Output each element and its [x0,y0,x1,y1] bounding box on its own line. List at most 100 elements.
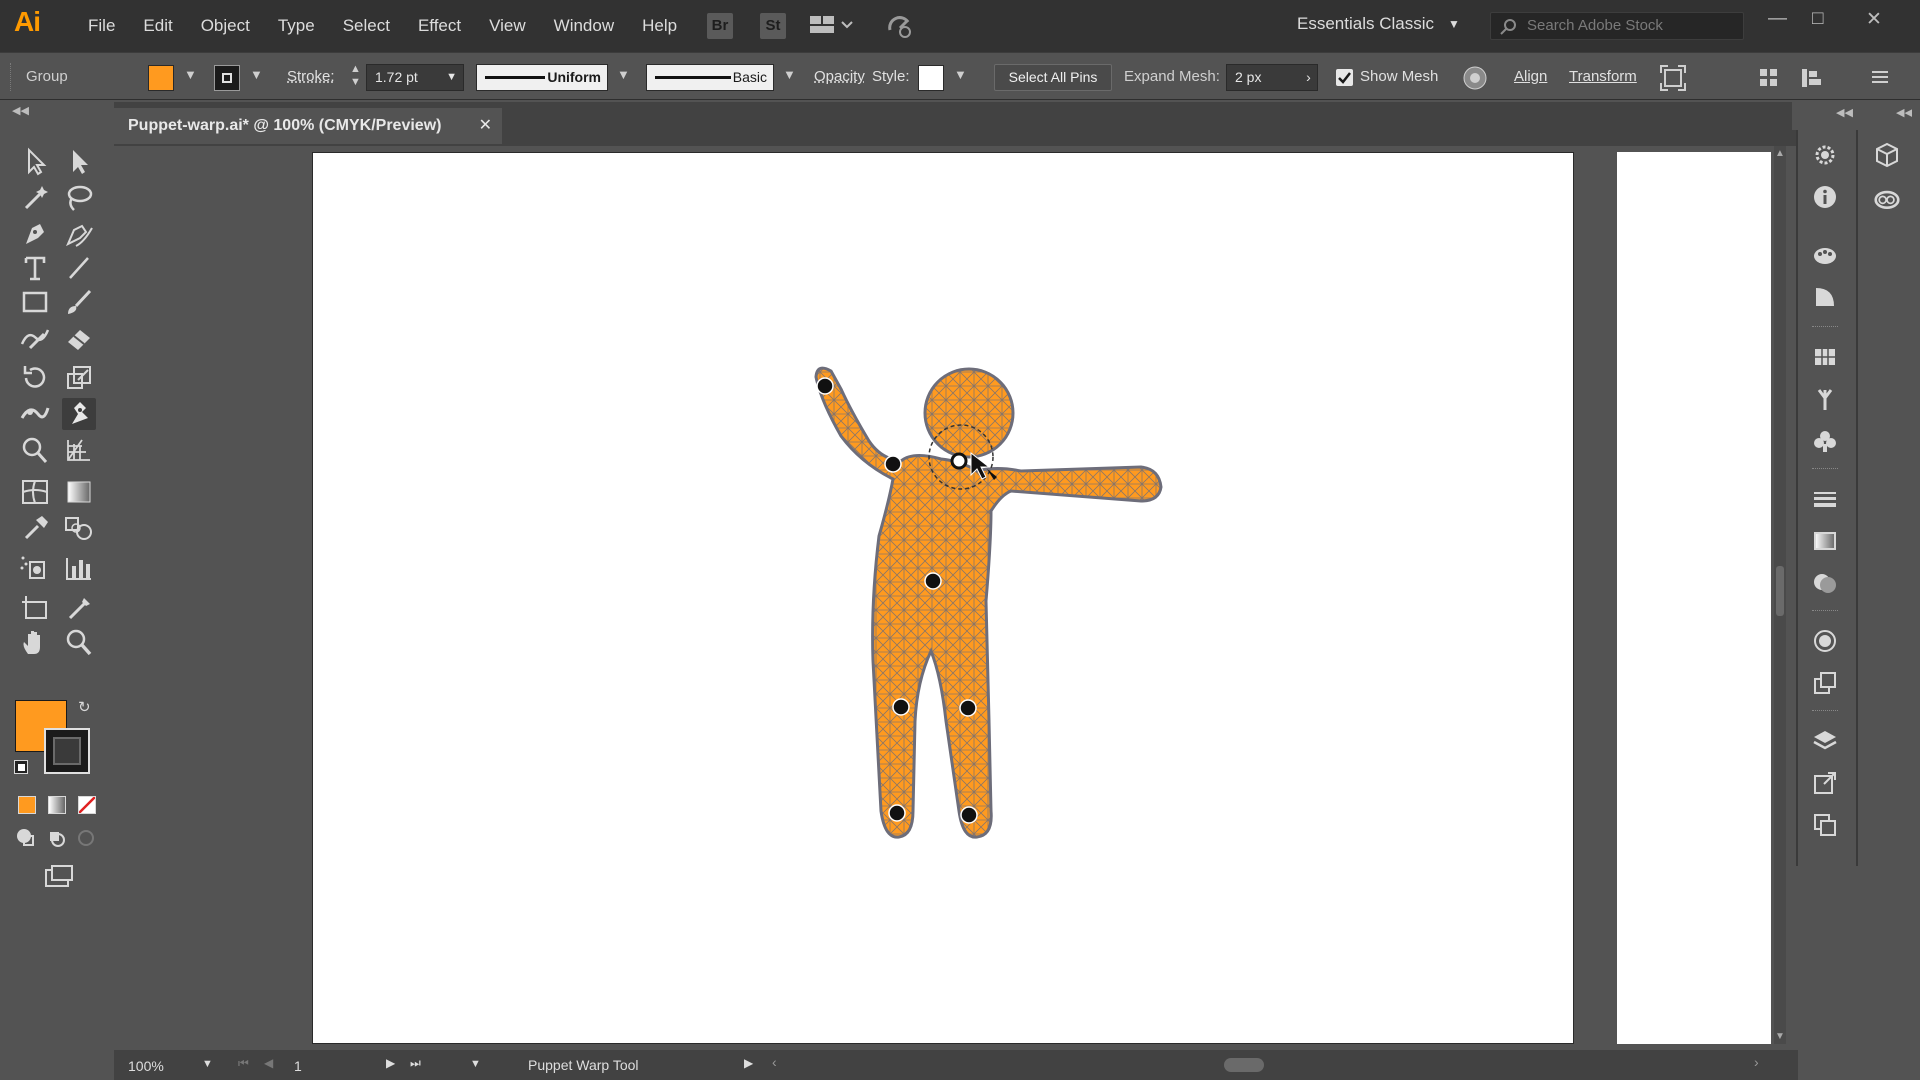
gradient-mode-icon[interactable] [48,796,66,814]
libraries-cube-icon[interactable] [1874,142,1900,168]
scroll-up-icon[interactable]: ▲ [1775,148,1785,159]
selected-pin[interactable] [950,452,968,470]
info-icon[interactable] [1812,184,1838,210]
arrange-documents-icon[interactable] [810,14,854,42]
none-mode-icon[interactable] [78,796,96,814]
blend-tool-icon[interactable] [62,512,96,544]
draw-inside-icon[interactable] [70,822,104,854]
properties-gear-icon[interactable] [1812,142,1838,168]
shape-builder-tool-icon[interactable] [18,434,52,466]
next-artboard-icon[interactable]: ▶ [386,1056,395,1070]
close-window-button[interactable]: ✕ [1866,8,1882,31]
select-all-pins-button[interactable]: Select All Pins [994,64,1112,91]
vertical-scroll-thumb[interactable] [1776,566,1784,616]
menu-select[interactable]: Select [329,0,404,52]
width-tool-icon[interactable] [18,398,52,430]
puppet-figure[interactable] [814,366,1163,839]
draw-normal-icon[interactable] [10,822,44,854]
swap-fill-stroke-icon[interactable]: ↻ [78,698,91,716]
vertical-scrollbar[interactable]: ▲ ▼ [1774,146,1786,1044]
zoom-field[interactable]: 100% ▼ [116,1054,213,1076]
pin[interactable] [960,806,978,824]
pin[interactable] [959,699,977,717]
stroke-weight-field[interactable]: 1.72 pt ▼ [366,64,464,91]
creative-cloud-libraries-icon[interactable] [1874,186,1900,212]
color-mode-icon[interactable] [18,796,36,814]
shaper-tool-icon[interactable] [18,322,52,354]
magic-wand-tool-icon[interactable] [18,182,52,214]
pen-tool-icon[interactable] [18,218,52,250]
asset-export-icon[interactable] [1812,770,1838,796]
rectangle-tool-icon[interactable] [18,286,52,318]
brushes-icon[interactable] [1812,386,1838,412]
align-link[interactable]: Align [1514,53,1547,101]
pin[interactable] [816,377,834,395]
menu-edit[interactable]: Edit [129,0,186,52]
transform-link[interactable]: Transform [1569,53,1637,101]
color-theme-icon[interactable] [1812,284,1838,310]
stroke-swatch[interactable] [214,65,240,91]
layers-icon[interactable] [1812,728,1838,754]
menu-type[interactable]: Type [264,0,329,52]
isolate-selected-icon[interactable] [1660,65,1686,95]
bridge-button[interactable]: Br [707,13,733,39]
fill-dropdown-icon[interactable]: ▼ [184,67,197,82]
grip-handle[interactable] [10,63,14,91]
stock-button[interactable]: St [760,13,786,39]
second-artboard[interactable] [1617,152,1771,1044]
menu-view[interactable]: View [475,0,540,52]
close-tab-icon[interactable]: ✕ [479,109,492,143]
expand-dock-icon[interactable]: ◀◀ [1896,106,1913,119]
stroke-label[interactable]: Stroke: [287,53,335,101]
gradient-panel-icon[interactable] [1812,528,1838,554]
puppet-artwork[interactable] [313,153,1575,1045]
profile-dropdown-icon[interactable]: ▼ [617,67,630,82]
draw-behind-icon[interactable] [40,822,74,854]
eyedropper-tool-icon[interactable] [18,512,52,544]
curvature-tool-icon[interactable] [62,218,96,250]
artboard-tool-icon[interactable] [18,592,52,624]
color-guide-icon[interactable] [1812,242,1838,268]
eraser-tool-icon[interactable] [62,322,96,354]
swatches-icon[interactable] [1812,344,1838,370]
show-mesh-checkbox[interactable] [1336,69,1353,86]
rotate-tool-icon[interactable] [18,362,52,394]
brush-definition[interactable]: Basic [646,64,774,91]
recolor-artwork-icon[interactable] [1462,65,1488,95]
workspace-switcher[interactable]: Essentials Classic ▼ [1297,14,1460,34]
scroll-left-icon[interactable]: ‹ [772,1054,777,1070]
perspective-grid-tool-icon[interactable] [62,434,96,466]
line-segment-tool-icon[interactable] [62,252,96,284]
menu-file[interactable]: File [74,0,129,52]
mesh-tool-icon[interactable] [18,476,52,508]
artboards-icon[interactable] [1812,812,1838,838]
scroll-right-icon[interactable]: › [1754,1054,1759,1070]
opacity-label[interactable]: Opacity [814,53,865,101]
pin[interactable] [888,804,906,822]
collapse-toolbox-icon[interactable]: ◀◀ [12,104,29,117]
menu-effect[interactable]: Effect [404,0,475,52]
artboard-number-field[interactable]: 1 ▼ [284,1054,481,1076]
first-artboard-icon[interactable]: ⏮ [238,1056,249,1071]
direct-selection-tool-icon[interactable] [62,146,96,178]
transparency-icon[interactable] [1812,570,1838,596]
style-dropdown-icon[interactable]: ▼ [954,67,967,82]
hand-tool-icon[interactable] [18,626,52,658]
menu-help[interactable]: Help [628,0,691,52]
fill-swatch[interactable] [148,65,174,91]
maximize-button[interactable]: □ [1812,8,1823,30]
gpu-performance-icon[interactable] [886,12,916,44]
selection-tool-icon[interactable] [18,146,52,178]
gradient-tool-icon[interactable] [62,476,96,508]
lasso-tool-icon[interactable] [62,182,96,214]
pin[interactable] [892,698,910,716]
symbol-sprayer-tool-icon[interactable] [18,552,52,584]
type-tool-icon[interactable] [18,252,52,284]
stroke-dropdown-icon[interactable]: ▼ [250,67,263,82]
slice-tool-icon[interactable] [62,592,96,624]
expand-mesh-stepper[interactable]: › [1300,64,1318,91]
symbols-icon[interactable] [1812,428,1838,454]
collapse-dock-icon[interactable]: ◀◀ [1836,106,1853,119]
scroll-down-icon[interactable]: ▼ [1775,1031,1785,1042]
distribute-icon[interactable] [1800,67,1830,93]
